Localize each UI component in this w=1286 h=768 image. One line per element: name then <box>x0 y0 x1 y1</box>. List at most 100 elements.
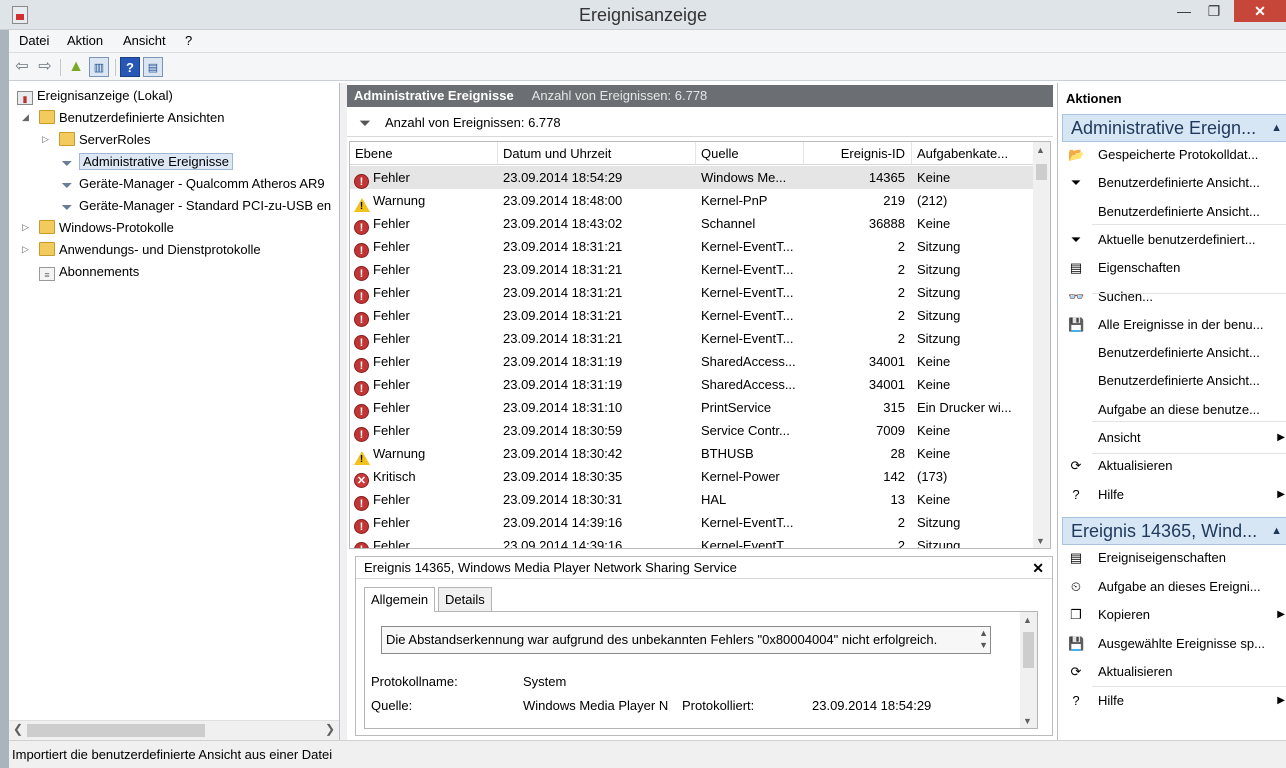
event-message[interactable]: Die Abstandserkennung war aufgrund des u… <box>381 626 991 654</box>
table-row[interactable]: ! Fehler 23.09.2014 18:30:31 HAL 13 Keine <box>350 488 1033 511</box>
scroll-down-arrow-icon[interactable]: ▼ <box>1036 536 1045 546</box>
table-row[interactable]: ! Fehler 23.09.2014 18:30:59 Service Contr.… <box>350 419 1033 442</box>
action-item[interactable]: 👓 Suchen... <box>1064 283 1286 311</box>
cell-event-id: 2 <box>897 239 905 254</box>
table-row[interactable]: ! Fehler 23.09.2014 18:31:21 Kernel-EventT.… <box>350 235 1033 258</box>
view-title: Administrative Ereignisse <box>354 88 514 103</box>
cell-level: ! Warnung <box>354 442 498 465</box>
action-item[interactable]: ▤ Ereigniseigenschaften <box>1064 544 1286 572</box>
table-vertical-scrollbar[interactable]: ▲ ▼ <box>1033 142 1050 548</box>
column-header-task[interactable]: Aufgabenkate... <box>912 142 1035 165</box>
table-row[interactable]: ! Fehler 23.09.2014 14:39:16 Kernel-EventT.… <box>350 534 1033 548</box>
table-row[interactable]: ! Fehler 23.09.2014 18:31:10 PrintService 31… <box>350 396 1033 419</box>
cell-source: Kernel-PnP <box>701 193 768 208</box>
level-text: Fehler <box>373 538 410 548</box>
show-hide-action-pane-icon[interactable]: ▤ <box>143 57 163 77</box>
scroll-thumb[interactable] <box>1036 164 1047 180</box>
collapsed-arrow-icon[interactable]: ▷ <box>22 239 34 260</box>
action-item[interactable]: Benutzerdefinierte Ansicht... <box>1064 339 1286 367</box>
menu-ansicht[interactable]: Ansicht <box>123 33 166 48</box>
table-row[interactable]: ! Fehler 23.09.2014 18:31:19 SharedAccess..… <box>350 373 1033 396</box>
forward-arrow-icon[interactable]: ⇨ <box>35 57 55 77</box>
table-row[interactable]: ! Fehler 23.09.2014 18:31:19 SharedAccess..… <box>350 350 1033 373</box>
back-arrow-icon[interactable]: ⇦ <box>12 57 32 77</box>
critical-icon: ✕ <box>354 473 369 488</box>
tree-item-app-service-logs[interactable]: ▷ Anwendungs- und Dienstprotokolle <box>22 239 261 260</box>
help-icon[interactable]: ? <box>120 57 140 77</box>
cell-source: SharedAccess... <box>701 377 796 392</box>
menu-aktion[interactable]: Aktion <box>67 33 103 48</box>
cell-date: 23.09.2014 18:31:10 <box>503 400 623 415</box>
collapsed-arrow-icon[interactable]: ▷ <box>22 217 34 238</box>
scroll-thumb[interactable] <box>27 724 205 737</box>
tree-item-admin-events[interactable]: ⏷ Administrative Ereignisse <box>59 151 233 172</box>
actions-section-event[interactable]: Ereignis 14365, Wind... ▲ <box>1062 517 1286 545</box>
action-item[interactable]: 📂 Gespeicherte Protokolldat... <box>1064 141 1286 169</box>
actions-separator <box>1092 293 1286 294</box>
tree-item-server-roles[interactable]: ▷ ServerRoles <box>42 129 151 150</box>
action-item[interactable]: ? Hilfe ▶ <box>1064 687 1286 715</box>
table-row[interactable]: ! Fehler 23.09.2014 18:43:02 Schannel 36888 K… <box>350 212 1033 235</box>
action-item[interactable]: 💾 Ausgewählte Ereignisse sp... <box>1064 630 1286 658</box>
column-header-source[interactable]: Quelle <box>696 142 804 165</box>
scroll-up-arrow-icon[interactable]: ▲ <box>1036 145 1045 155</box>
action-item[interactable]: Ansicht ▶ <box>1064 424 1286 452</box>
action-item[interactable]: ⏲ Aufgabe an dieses Ereigni... <box>1064 573 1286 601</box>
tree-item-device-manager-2[interactable]: ⏷ Geräte-Manager - Standard PCI-zu-USB en <box>59 195 331 216</box>
table-row[interactable]: ✕ Kritisch 23.09.2014 18:30:35 Kernel-Power… <box>350 465 1033 488</box>
action-item[interactable]: ▤ Eigenschaften <box>1064 254 1286 282</box>
scroll-thumb[interactable] <box>1023 632 1034 668</box>
error-icon: ! <box>354 427 369 442</box>
tree-item-device-manager-1[interactable]: ⏷ Geräte-Manager - Qualcomm Atheros AR9 <box>59 173 324 194</box>
collapsed-arrow-icon[interactable]: ▷ <box>42 129 54 150</box>
table-row[interactable]: ! Fehler 23.09.2014 14:39:16 Kernel-EventT.… <box>350 511 1033 534</box>
show-hide-console-tree-icon[interactable]: ▥ <box>89 57 109 77</box>
close-button[interactable]: ✕ <box>1234 0 1286 22</box>
table-row[interactable]: ! Warnung 23.09.2014 18:48:00 Kernel-PnP 219… <box>350 189 1033 212</box>
scroll-left-arrow-icon[interactable]: ❮ <box>13 722 23 736</box>
cell-level: ! Fehler <box>354 534 498 548</box>
scroll-right-arrow-icon[interactable]: ❯ <box>325 722 335 736</box>
tree-horizontal-scrollbar[interactable]: ❮ ❯ <box>9 720 339 740</box>
action-item[interactable]: Benutzerdefinierte Ansicht... <box>1064 367 1286 395</box>
tree-item-windows-logs[interactable]: ▷ Windows-Protokolle <box>22 217 174 238</box>
spin-arrows-icon[interactable]: ▲ ▼ <box>979 627 988 651</box>
tree-item-custom-views[interactable]: ◢ Benutzerdefinierte Ansichten <box>22 107 225 128</box>
table-row[interactable]: ! Warnung 23.09.2014 18:30:42 BTHUSB 28 Keine <box>350 442 1033 465</box>
column-header-level[interactable]: Ebene <box>350 142 498 165</box>
expanded-arrow-icon[interactable]: ◢ <box>22 107 34 128</box>
table-row[interactable]: ! Fehler 23.09.2014 18:31:21 Kernel-EventT.… <box>350 281 1033 304</box>
folder-up-icon[interactable]: ▲ <box>66 57 86 77</box>
menu-datei[interactable]: Datei <box>19 33 49 48</box>
folder-icon <box>59 132 75 146</box>
action-item[interactable]: Aufgabe an diese benutze... <box>1064 396 1286 424</box>
table-row[interactable]: ! Fehler 23.09.2014 18:31:21 Kernel-EventT.… <box>350 258 1033 281</box>
actions-section-view[interactable]: Administrative Ereign... ▲ <box>1062 114 1286 142</box>
column-header-event-id[interactable]: Ereignis-ID <box>804 142 912 165</box>
collapse-arrow-icon[interactable]: ▲ <box>1271 518 1282 544</box>
tab-details[interactable]: Details <box>438 587 492 611</box>
column-header-date[interactable]: Datum und Uhrzeit <box>498 142 696 165</box>
table-row[interactable]: ! Fehler 23.09.2014 18:31:21 Kernel-EventT.… <box>350 304 1033 327</box>
action-item[interactable]: ⟳ Aktualisieren <box>1064 658 1286 686</box>
action-item[interactable]: 💾 Alle Ereignisse in der benu... <box>1064 311 1286 339</box>
detail-close-icon[interactable]: ✕ <box>1032 557 1044 579</box>
tree-item-subscriptions[interactable]: ≡ Abonnements <box>39 261 139 282</box>
table-row[interactable]: ! Fehler 23.09.2014 18:31:21 Kernel-EventT.… <box>350 327 1033 350</box>
scroll-down-arrow-icon[interactable]: ▼ <box>1023 716 1032 726</box>
action-item[interactable]: ⟳ Aktualisieren <box>1064 452 1286 480</box>
action-item[interactable]: Benutzerdefinierte Ansicht... <box>1064 198 1286 226</box>
scroll-up-arrow-icon[interactable]: ▲ <box>1023 615 1032 625</box>
action-item[interactable]: ⏷ Aktuelle benutzerdefiniert... <box>1064 226 1286 254</box>
maximize-button[interactable]: ❐ <box>1194 0 1234 22</box>
action-label: Alle Ereignisse in der benu... <box>1098 316 1264 332</box>
action-item[interactable]: ❐ Kopieren ▶ <box>1064 601 1286 629</box>
tree-item-root[interactable]: ▮ Ereignisanzeige (Lokal) <box>17 85 173 106</box>
menu-help[interactable]: ? <box>185 33 192 48</box>
action-item[interactable]: ⏷ Benutzerdefinierte Ansicht... <box>1064 169 1286 197</box>
collapse-arrow-icon[interactable]: ▲ <box>1271 115 1282 141</box>
action-item[interactable]: ? Hilfe ▶ <box>1064 481 1286 509</box>
table-row[interactable]: ! Fehler 23.09.2014 18:54:29 Windows Me... 1… <box>350 166 1033 189</box>
tab-general[interactable]: Allgemein <box>364 587 436 612</box>
detail-vertical-scrollbar[interactable]: ▲ ▼ <box>1020 612 1037 728</box>
